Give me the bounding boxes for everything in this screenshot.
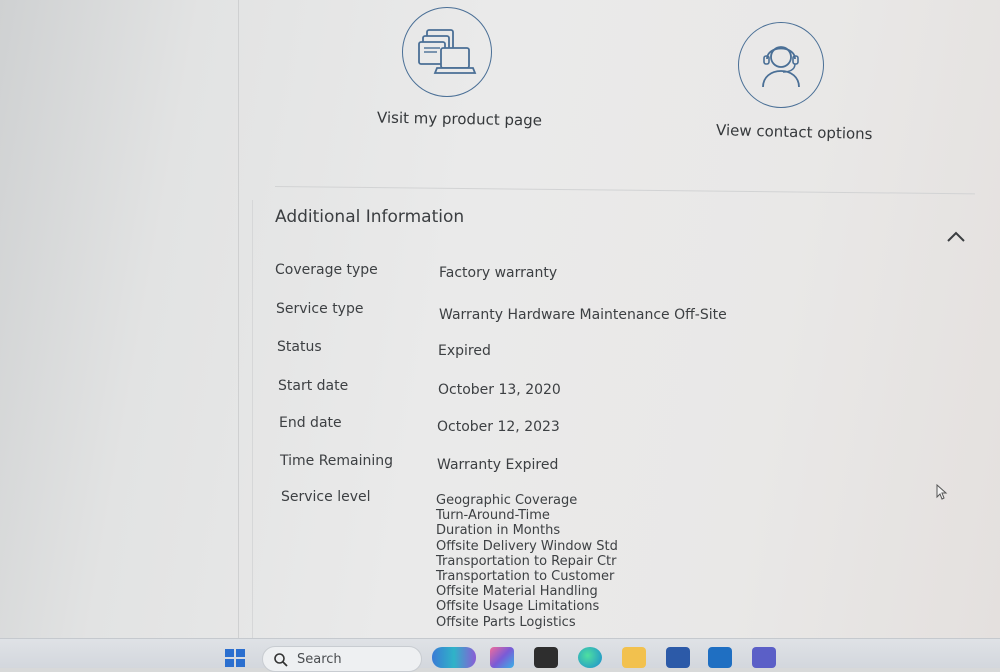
section-title[interactable]: Additional Information: [275, 207, 464, 227]
end-date-label: End date: [279, 415, 342, 431]
start-date-label: Start date: [278, 378, 349, 394]
copilot-icon[interactable]: [432, 647, 476, 668]
service-level-item: Transportation to Repair Ctr: [436, 553, 617, 569]
visit-product-page-link[interactable]: Visit my product page: [377, 109, 542, 130]
service-level-item: Offsite Delivery Window Std: [436, 538, 618, 554]
time-remaining-label: Time Remaining: [280, 453, 394, 469]
photos-icon[interactable]: [490, 647, 514, 668]
warranty-details: Coverage type Factory warranty Service t…: [275, 262, 975, 642]
service-level-item: Duration in Months: [436, 523, 561, 539]
service-level-label: Service level: [281, 489, 371, 505]
start-date-value: October 13, 2020: [438, 382, 561, 398]
coverage-type-value: Factory warranty: [439, 265, 558, 281]
status-value: Expired: [438, 343, 491, 359]
service-type-value: Warranty Hardware Maintenance Off-Site: [439, 307, 727, 323]
taskbar: Search: [0, 638, 1000, 672]
status-label: Status: [277, 339, 322, 355]
chevron-up-icon[interactable]: [945, 228, 967, 244]
end-date-value: October 12, 2023: [437, 419, 560, 435]
headset-agent-icon: [762, 46, 800, 88]
mail-icon[interactable]: [708, 647, 732, 668]
service-level-item: Geographic Coverage: [436, 493, 578, 508]
product-page-link-icon[interactable]: [402, 7, 492, 97]
contact-options-link-icon[interactable]: [738, 22, 824, 108]
search-icon: [274, 653, 288, 667]
taskbar-search-label: Search: [297, 652, 342, 667]
service-level-item: Transportation to Customer: [436, 569, 615, 585]
page-left-border: [238, 0, 239, 640]
section-left-border: [252, 200, 253, 640]
service-type-label: Service type: [276, 301, 364, 317]
service-level-list: Geographic Coverage Turn-Around-Time Dur…: [436, 493, 618, 630]
coverage-type-label: Coverage type: [275, 262, 378, 278]
file-explorer-icon[interactable]: [622, 647, 646, 668]
terminal-icon[interactable]: [534, 647, 558, 668]
service-level-item: Offsite Usage Limitations: [436, 599, 600, 615]
store-icon[interactable]: [666, 647, 690, 668]
devices-icon: [418, 29, 477, 74]
start-icon[interactable]: [224, 648, 246, 668]
taskbar-search-box[interactable]: Search: [262, 646, 422, 672]
section-divider: [274, 186, 975, 195]
mouse-pointer-icon: [936, 484, 948, 500]
time-remaining-value: Warranty Expired: [437, 457, 559, 473]
teams-icon[interactable]: [752, 647, 776, 668]
service-level-item: Offsite Parts Logistics: [436, 614, 576, 630]
service-level-item: Turn-Around-Time: [436, 508, 550, 524]
view-contact-options-link[interactable]: View contact options: [716, 121, 873, 143]
screen: Visit my product page View contact optio…: [0, 0, 1000, 672]
service-level-item: Offsite Material Handling: [436, 584, 598, 600]
edge-icon[interactable]: [578, 647, 602, 668]
